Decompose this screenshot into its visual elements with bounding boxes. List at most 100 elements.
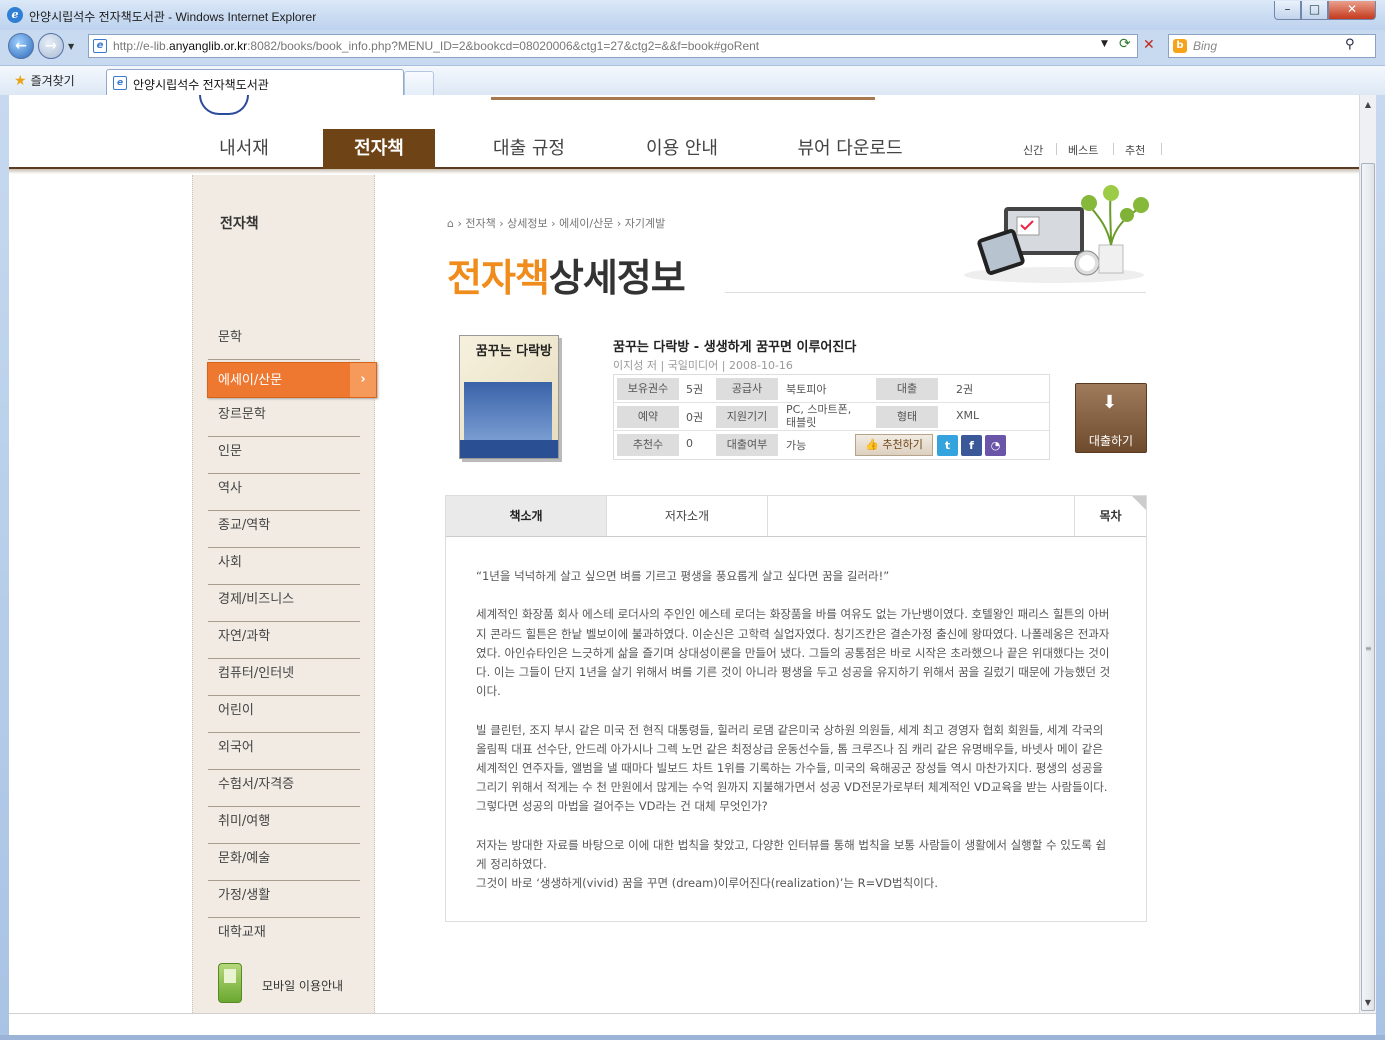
description-paragraph: “1년을 넉넉하게 살고 싶으면 벼를 기르고 평생을 풍요롭게 살고 싶다면 … [476,569,890,583]
label-loan: 대출 [876,378,938,400]
category-sidebar: 전자책 문학 에세이/산문 › 장르문학 인문 역사 종교/역학 사회 경제/비즈… [192,175,377,1013]
book-author: 이지성 저 [613,359,657,372]
sidebar-item-humanities[interactable]: 인문 [208,437,360,474]
sidebar-item-essay[interactable]: 에세이/산문 › [207,362,377,398]
mobile-guide-link[interactable]: 모바일 이용안내 [218,963,368,1007]
download-icon: ⬇ [1102,392,1118,413]
gnb-item-my-library[interactable]: 내서재 [198,129,290,169]
rent-label: 대출하기 [1088,434,1134,448]
util-new[interactable]: 신간 [1023,142,1043,158]
scrollbar-thumb[interactable]: ≡ [1361,163,1375,1011]
minimize-button[interactable]: – [1274,1,1301,20]
sidebar-item-history[interactable]: 역사 [208,474,360,511]
main-navigation: 내서재 전자책 대출 규정 이용 안내 뷰어 다운로드 신간 베스트 추천 [9,129,1359,169]
site-logo[interactable] [199,95,249,115]
stop-icon[interactable]: ✕ [1143,37,1155,53]
vertical-scrollbar[interactable]: ▲ ≡ ▼ [1359,95,1376,1013]
rent-button[interactable]: ⬇ 대출하기 [1075,383,1147,453]
util-best[interactable]: 베스트 [1068,142,1098,158]
close-button[interactable]: ✕ [1328,1,1376,20]
back-button[interactable]: ← [8,33,34,59]
info-row: 예약 0권 지원기기 PC, 스마트폰, 태블릿 형태 XML [614,403,1049,431]
home-icon[interactable]: ⌂ [447,217,454,230]
address-bar[interactable]: e http://e-lib.anyanglib.or.kr:8082/book… [88,34,1155,58]
sidebar-item-culture[interactable]: 문화/예술 [208,844,360,881]
refresh-icon[interactable]: ⟳ [1119,36,1131,52]
breadcrumb-item[interactable]: 에세이/산문 [559,217,613,230]
page-icon: e [93,39,107,53]
sidebar-item-exam[interactable]: 수험서/자격증 [208,770,360,807]
sidebar-item-society[interactable]: 사회 [208,548,360,585]
url-text[interactable]: http://e-lib.anyanglib.or.kr:8082/books/… [113,39,759,53]
desk-illustration [964,185,1149,283]
search-icon[interactable]: ⚲ [1345,37,1355,52]
sidebar-item-genre[interactable]: 장르문학 [208,400,360,437]
cover-band [460,440,558,458]
description-paragraph: 저자는 방대한 자료를 바탕으로 이에 대한 법칙을 찾았고, 다양한 인터뷰를… [476,837,1107,871]
value-supplier: 북토피아 [786,383,827,396]
tab-author-intro[interactable]: 저자소개 [607,496,768,536]
breadcrumb: ⌂ › 전자책 › 상세정보 › 에세이/산문 › 자기계발 [447,217,666,230]
book-publisher: 국일미디어 [667,359,719,372]
util-divider [1161,143,1162,155]
sidebar-item-language[interactable]: 외국어 [208,733,360,770]
scroll-up-icon[interactable]: ▲ [1360,97,1376,113]
sidebar-item-home[interactable]: 가정/생활 [208,881,360,918]
address-dropdown-icon[interactable]: ▼ [1101,39,1108,49]
breadcrumb-item[interactable]: 상세정보 [507,217,547,230]
gnb-item-viewer-download[interactable]: 뷰어 다운로드 [779,129,921,169]
book-info-table: 보유권수 5권 공급사 북토피아 대출 2권 예약 0권 지원기기 PC, 스마… [613,374,1050,460]
ie-icon: e [7,7,23,23]
label-recommend: 추천수 [617,434,679,456]
gnb-item-usage-guide[interactable]: 이용 안내 [627,129,737,169]
sidebar-item-children[interactable]: 어린이 [208,696,360,733]
gnb-item-loan-rules[interactable]: 대출 규정 [474,129,584,169]
label-format: 형태 [876,406,938,428]
tab-toc[interactable]: 목차 [1074,496,1146,536]
title-divider [725,292,1146,293]
value-loan: 2권 [956,383,974,396]
recommend-button[interactable]: 👍 추천하기 [855,434,933,456]
page-title: 전자책상세정보 [447,256,686,300]
share-twitter-icon[interactable]: t [937,435,958,456]
book-meta: 이지성 저 | 국일미디어 | 2008-10-16 [613,359,793,372]
mobile-phone-icon [218,963,242,1003]
sidebar-item-business[interactable]: 경제/비즈니스 [208,585,360,622]
label-supplier: 공급사 [716,378,778,400]
forward-button[interactable]: → [38,33,64,59]
value-recommend: 0 [686,437,693,450]
label-holdings: 보유권수 [617,378,679,400]
book-cover[interactable]: 꿈꾸는 다락방 [459,335,559,459]
info-row: 보유권수 5권 공급사 북토피아 대출 2권 [614,375,1049,403]
tab-book-intro[interactable]: 책소개 [446,496,607,536]
cover-title: 꿈꾸는 다락방 [475,344,552,359]
maximize-button[interactable]: □ [1301,1,1328,20]
share-kakao-icon[interactable]: ◔ [985,435,1006,456]
sidebar-item-literature[interactable]: 문학 [208,323,360,360]
history-dropdown-icon[interactable]: ▼ [68,42,74,51]
search-box[interactable]: b Bing ⚲ [1168,34,1376,58]
gnb-item-ebook[interactable]: 전자책 [323,129,435,169]
sidebar-item-hobby[interactable]: 취미/여행 [208,807,360,844]
sidebar-item-religion[interactable]: 종교/역학 [208,511,360,548]
util-recommend[interactable]: 추천 [1125,142,1145,158]
search-placeholder: Bing [1193,39,1218,53]
label-loanable: 대출여부 [716,434,778,456]
util-divider [1056,143,1057,155]
thumbs-up-icon: 👍 [865,438,879,451]
favorites-button[interactable]: ★ 즐겨찾기 [14,72,75,89]
tab-page-icon: e [113,76,127,90]
description-paragraph: 세계적인 화장품 회사 에스테 로더사의 주인인 에스테 로더는 화장품을 바를… [476,607,1111,699]
breadcrumb-item[interactable]: 전자책 [465,217,495,230]
breadcrumb-item[interactable]: 자기계발 [625,217,665,230]
label-support: 지원기기 [716,406,778,428]
share-facebook-icon[interactable]: f [961,435,982,456]
sidebar-item-science[interactable]: 자연/과학 [208,622,360,659]
sidebar-item-textbook[interactable]: 대학교재 [208,918,360,955]
util-divider [1113,143,1114,155]
value-loanable: 가능 [786,439,807,452]
browser-tab[interactable]: e 안양시립석수 전자책도서관 [106,69,404,96]
new-tab-button[interactable] [404,71,434,96]
scroll-down-icon[interactable]: ▼ [1360,995,1376,1011]
sidebar-item-computer[interactable]: 컴퓨터/인터넷 [208,659,360,696]
